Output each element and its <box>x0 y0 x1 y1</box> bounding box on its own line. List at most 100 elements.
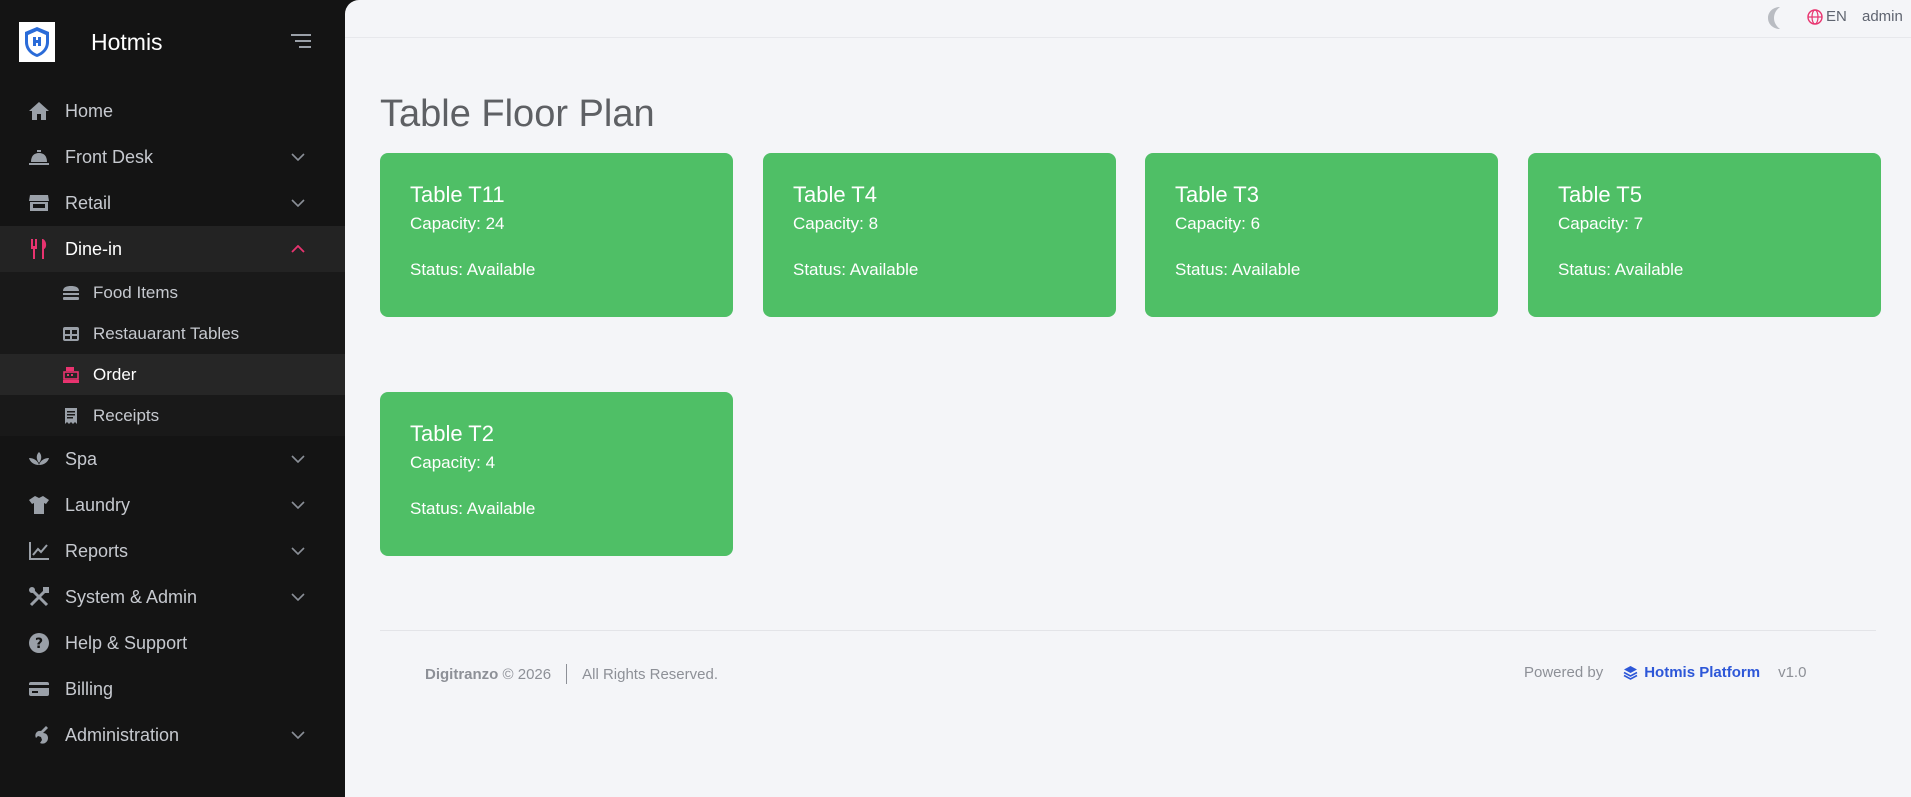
table-status: Status: Available <box>410 499 536 518</box>
spa-icon <box>27 447 51 471</box>
store-icon <box>27 191 51 215</box>
table-card[interactable]: Table T5 Capacity: 7 Status: Available <box>1528 153 1881 317</box>
sidebar-item-label: Food Items <box>93 282 179 302</box>
hotmis-logo-icon <box>19 22 55 62</box>
table-status: Status: Available <box>1175 260 1301 279</box>
credit-card-icon <box>27 677 51 701</box>
table-capacity: Capacity: 8 <box>793 214 879 233</box>
footer-divider <box>380 630 1876 631</box>
page-title: Table Floor Plan <box>380 93 655 135</box>
theme-toggle-button[interactable] <box>1763 4 1791 32</box>
table-capacity: Capacity: 6 <box>1175 214 1261 233</box>
table-status: Status: Available <box>1558 260 1684 279</box>
sidebar: Hotmis Home Front Desk Retail Dine-in Fo… <box>0 0 345 797</box>
sidebar-item-label: Order <box>93 364 137 384</box>
table-capacity: Capacity: 4 <box>410 453 496 472</box>
sidebar-item-label: Retail <box>65 192 112 213</box>
topbar: EN admin <box>345 0 1911 38</box>
brand[interactable]: Hotmis <box>19 21 163 63</box>
sidebar-item-administration[interactable]: Administration <box>0 712 345 758</box>
utensils-icon <box>27 237 51 261</box>
receipt-icon <box>61 406 81 426</box>
sidebar-item-reports[interactable]: Reports <box>0 528 345 574</box>
chevron-down-icon <box>289 194 307 212</box>
sidebar-item-front-desk[interactable]: Front Desk <box>0 134 345 180</box>
sidebar-item-label: Front Desk <box>65 146 154 167</box>
chevron-down-icon <box>289 496 307 514</box>
sidebar-item-label: Help & Support <box>65 632 188 653</box>
chevron-down-icon <box>289 726 307 744</box>
footer-company[interactable]: Digitranzo <box>425 666 498 683</box>
sidebar-item-food-items[interactable]: Food Items <box>0 272 345 313</box>
home-icon <box>27 99 51 123</box>
question-icon: ? <box>27 631 51 655</box>
chevron-up-icon <box>289 240 307 258</box>
sidebar-item-label: Billing <box>65 678 114 699</box>
table-capacity: Capacity: 7 <box>1558 214 1644 233</box>
sidebar-item-billing[interactable]: Billing <box>0 666 345 712</box>
sidebar-item-help-support[interactable]: ? Help & Support <box>0 620 345 666</box>
chevron-down-icon <box>289 148 307 166</box>
globe-icon <box>1807 8 1823 25</box>
table-status: Status: Available <box>410 260 536 279</box>
table-status: Status: Available <box>793 260 919 279</box>
moon-icon <box>1768 7 1780 29</box>
dine-in-submenu: Food Items Restauarant Tables Order Rece… <box>0 272 345 436</box>
platform-link[interactable]: Hotmis Platform <box>1623 664 1760 681</box>
main-content: EN admin Table Floor Plan Table T11 Capa… <box>345 0 1911 797</box>
platform-name: Hotmis Platform <box>1644 664 1761 681</box>
table-capacity: Capacity: 24 <box>410 214 505 233</box>
sidebar-item-label: Restauarant Tables <box>93 323 240 343</box>
app-version: v1.0 <box>1778 664 1807 681</box>
user-menu[interactable]: admin <box>1862 8 1903 25</box>
sidebar-item-laundry[interactable]: Laundry <box>0 482 345 528</box>
sidebar-item-receipts[interactable]: Receipts <box>0 395 345 436</box>
table-card[interactable]: Table T4 Capacity: 8 Status: Available <box>763 153 1116 317</box>
chevron-down-icon <box>289 542 307 560</box>
sidebar-item-restaurant-tables[interactable]: Restauarant Tables <box>0 313 345 354</box>
shirt-icon <box>27 493 51 517</box>
sidebar-item-label: Receipts <box>93 405 160 425</box>
chart-line-icon <box>27 539 51 563</box>
wrench-icon <box>27 723 51 747</box>
burger-icon <box>61 283 81 303</box>
sidebar-item-label: Reports <box>65 540 129 561</box>
table-icon <box>61 324 81 344</box>
bell-icon <box>27 145 51 169</box>
table-name: Table T4 <box>793 182 877 207</box>
svg-text:?: ? <box>35 636 43 652</box>
table-name: Table T3 <box>1175 182 1259 207</box>
chevron-down-icon <box>289 450 307 468</box>
sidebar-item-order[interactable]: Order <box>0 354 345 395</box>
sidebar-item-home[interactable]: Home <box>0 88 345 134</box>
footer-powered-by: Powered by <box>1524 664 1604 681</box>
table-card[interactable]: Table T11 Capacity: 24 Status: Available <box>380 153 733 317</box>
footer-copyright: Digitranzo © 2026 All Rights Reserved. <box>425 664 718 684</box>
table-card[interactable]: Table T3 Capacity: 6 Status: Available <box>1145 153 1498 317</box>
table-name: Table T11 <box>410 182 505 207</box>
menu-collapse-icon <box>291 34 311 48</box>
footer-separator <box>566 664 568 684</box>
table-name: Table T2 <box>410 421 494 446</box>
sidebar-item-dine-in[interactable]: Dine-in <box>0 226 345 272</box>
sidebar-item-label: Dine-in <box>65 238 123 259</box>
footer-copyright-year: © 2026 <box>502 665 552 683</box>
footer-powered: Powered by Hotmis Platform v1.0 <box>1524 664 1806 681</box>
language-selector[interactable]: EN <box>1807 8 1847 25</box>
sidebar-item-label: Laundry <box>65 494 131 515</box>
table-card[interactable]: Table T2 Capacity: 4 Status: Available <box>380 392 733 556</box>
sidebar-item-label: Home <box>65 100 114 121</box>
tools-icon <box>27 585 51 609</box>
app-name: Hotmis <box>91 28 163 55</box>
chevron-down-icon <box>289 588 307 606</box>
layers-icon <box>1623 665 1638 680</box>
sidebar-item-label: System & Admin <box>65 586 198 607</box>
sidebar-item-system-admin[interactable]: System & Admin <box>0 574 345 620</box>
language-label: EN <box>1826 8 1847 25</box>
sidebar-item-spa[interactable]: Spa <box>0 436 345 482</box>
table-name: Table T5 <box>1558 182 1642 207</box>
cash-register-icon <box>61 365 81 385</box>
sidebar-nav: Home Front Desk Retail Dine-in Food Item… <box>0 88 345 758</box>
sidebar-toggle-button[interactable] <box>290 30 314 52</box>
sidebar-item-retail[interactable]: Retail <box>0 180 345 226</box>
